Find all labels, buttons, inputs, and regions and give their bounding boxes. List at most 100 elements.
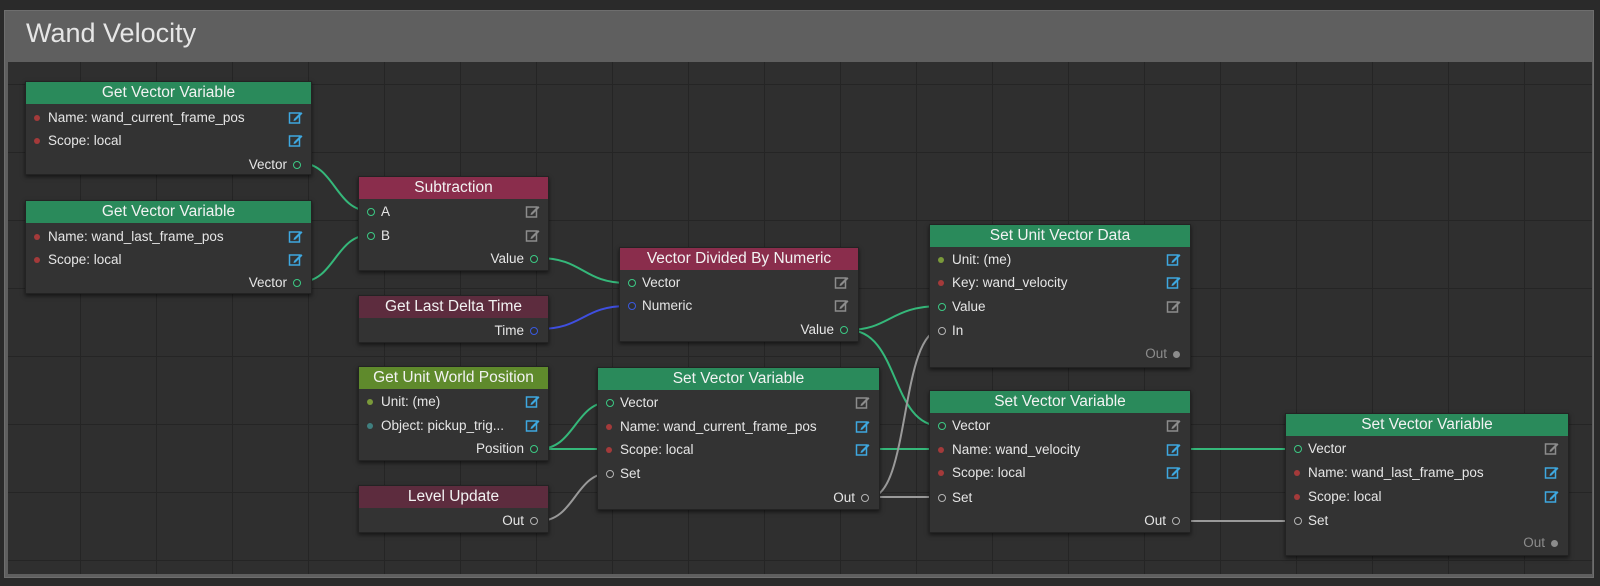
output-port-icon[interactable] xyxy=(530,445,538,454)
input-port-icon[interactable] xyxy=(938,494,946,503)
param-label: Name: wand_current_frame_pos xyxy=(620,419,817,434)
level-update-node[interactable]: Level Update Out xyxy=(358,485,549,533)
input-in-flow-port[interactable]: In xyxy=(938,321,963,341)
output-port-icon[interactable] xyxy=(1172,517,1180,526)
port-label: Vector xyxy=(642,275,681,290)
scope-param: Scope: local xyxy=(34,131,122,151)
output-value-port[interactable]: Value xyxy=(800,320,848,340)
set-vector-variable-last-node[interactable]: Set Vector Variable Vector Name: wand_la… xyxy=(1285,413,1569,556)
node-title: Vector Divided By Numeric xyxy=(620,248,858,270)
input-vector-port[interactable]: Vector xyxy=(606,393,658,413)
output-out-flow-port[interactable]: Out xyxy=(1523,533,1558,553)
edit-icon[interactable] xyxy=(1166,418,1181,433)
subtraction-node[interactable]: Subtraction A B Value xyxy=(358,176,549,271)
input-port-icon[interactable] xyxy=(938,422,946,431)
output-port-icon[interactable] xyxy=(1551,539,1558,547)
edit-icon[interactable] xyxy=(525,418,540,433)
input-vector-port[interactable]: Vector xyxy=(1294,439,1346,459)
output-port-icon[interactable] xyxy=(840,326,848,335)
output-value-port[interactable]: Value xyxy=(490,249,538,269)
port-label: Value xyxy=(490,251,524,266)
vector-divided-by-numeric-node[interactable]: Vector Divided By Numeric Vector Numeric… xyxy=(619,247,859,342)
input-port-icon[interactable] xyxy=(938,327,946,336)
edit-icon[interactable] xyxy=(288,133,303,148)
edit-icon[interactable] xyxy=(1166,252,1181,267)
node-title: Set Unit Vector Data xyxy=(930,225,1190,247)
get-unit-world-position-node[interactable]: Get Unit World Position Unit: (me) Objec… xyxy=(358,366,549,461)
port-label: Value xyxy=(952,299,986,314)
output-port-icon[interactable] xyxy=(1173,350,1180,358)
input-vector-port[interactable]: Vector xyxy=(938,416,990,436)
param-label: Scope: local xyxy=(952,465,1026,480)
scope-param: Scope: local xyxy=(938,463,1026,483)
output-port-icon[interactable] xyxy=(530,517,538,526)
set-unit-vector-data-node[interactable]: Set Unit Vector Data Unit: (me) Key: wan… xyxy=(929,224,1191,368)
output-port-icon[interactable] xyxy=(293,279,301,288)
name-param: Name: wand_velocity xyxy=(938,440,1080,460)
input-port-icon[interactable] xyxy=(367,208,375,217)
node-title: Set Vector Variable xyxy=(1286,414,1568,436)
get-vector-variable-last-node[interactable]: Get Vector Variable Name: wand_last_fram… xyxy=(25,200,312,294)
edit-icon[interactable] xyxy=(855,419,870,434)
edit-icon[interactable] xyxy=(1166,275,1181,290)
edit-icon[interactable] xyxy=(1544,441,1559,456)
edit-icon[interactable] xyxy=(288,252,303,267)
port-label: Set xyxy=(1308,513,1329,528)
port-label: Out xyxy=(1145,346,1167,361)
output-vector-port[interactable]: Vector xyxy=(249,273,301,293)
input-set-flow-port[interactable]: Set xyxy=(1294,511,1328,531)
param-label: Object: pickup_trig... xyxy=(381,418,505,433)
input-port-icon[interactable] xyxy=(628,279,636,288)
input-port-icon[interactable] xyxy=(367,232,375,241)
output-port-icon[interactable] xyxy=(530,255,538,264)
key-param: Key: wand_velocity xyxy=(938,273,1068,293)
output-port-icon[interactable] xyxy=(530,327,538,336)
output-out-flow-port[interactable]: Out xyxy=(833,488,869,508)
param-label: Name: wand_current_frame_pos xyxy=(48,110,245,125)
input-port-icon[interactable] xyxy=(1294,517,1302,526)
input-port-icon[interactable] xyxy=(628,302,636,311)
edit-icon[interactable] xyxy=(525,228,540,243)
input-port-icon[interactable] xyxy=(606,470,614,479)
input-numeric-port[interactable]: Numeric xyxy=(628,296,692,316)
edit-icon[interactable] xyxy=(525,204,540,219)
port-label: Vector xyxy=(620,395,659,410)
get-last-delta-time-node[interactable]: Get Last Delta Time Time xyxy=(358,295,549,343)
output-out-flow-port[interactable]: Out xyxy=(502,511,538,531)
set-vector-variable-velocity-node[interactable]: Set Vector Variable Vector Name: wand_ve… xyxy=(929,390,1191,533)
output-out-flow-port[interactable]: Out xyxy=(1144,511,1180,531)
input-set-flow-port[interactable]: Set xyxy=(606,464,640,484)
edit-icon[interactable] xyxy=(525,394,540,409)
output-position-port[interactable]: Position xyxy=(476,439,538,459)
input-port-icon[interactable] xyxy=(606,399,614,408)
edit-icon[interactable] xyxy=(288,229,303,244)
input-set-flow-port[interactable]: Set xyxy=(938,488,972,508)
edit-icon[interactable] xyxy=(834,275,849,290)
edit-icon[interactable] xyxy=(1166,465,1181,480)
node-title: Level Update xyxy=(359,486,548,508)
input-value-port[interactable]: Value xyxy=(938,297,986,317)
edit-icon[interactable] xyxy=(855,442,870,457)
get-vector-variable-current-node[interactable]: Get Vector Variable Name: wand_current_f… xyxy=(25,81,312,175)
input-vector-port[interactable]: Vector xyxy=(628,273,680,293)
input-b-port[interactable]: B xyxy=(367,226,390,246)
edit-icon[interactable] xyxy=(1544,489,1559,504)
output-port-icon[interactable] xyxy=(861,494,869,503)
edit-icon[interactable] xyxy=(855,395,870,410)
scope-param: Scope: local xyxy=(606,440,694,460)
input-a-port[interactable]: A xyxy=(367,202,390,222)
set-vector-variable-current-node[interactable]: Set Vector Variable Vector Name: wand_cu… xyxy=(597,367,880,510)
output-out-flow-port[interactable]: Out xyxy=(1145,344,1180,364)
port-label: Value xyxy=(800,322,834,337)
port-label: Vector xyxy=(248,275,287,290)
input-port-icon[interactable] xyxy=(938,303,946,312)
edit-icon[interactable] xyxy=(288,110,303,125)
output-time-port[interactable]: Time xyxy=(495,321,538,341)
edit-icon[interactable] xyxy=(1544,465,1559,480)
edit-icon[interactable] xyxy=(1166,299,1181,314)
edit-icon[interactable] xyxy=(1166,442,1181,457)
edit-icon[interactable] xyxy=(834,298,849,313)
input-port-icon[interactable] xyxy=(1294,445,1302,454)
output-port-icon[interactable] xyxy=(293,161,301,170)
output-vector-port[interactable]: Vector xyxy=(249,155,301,175)
